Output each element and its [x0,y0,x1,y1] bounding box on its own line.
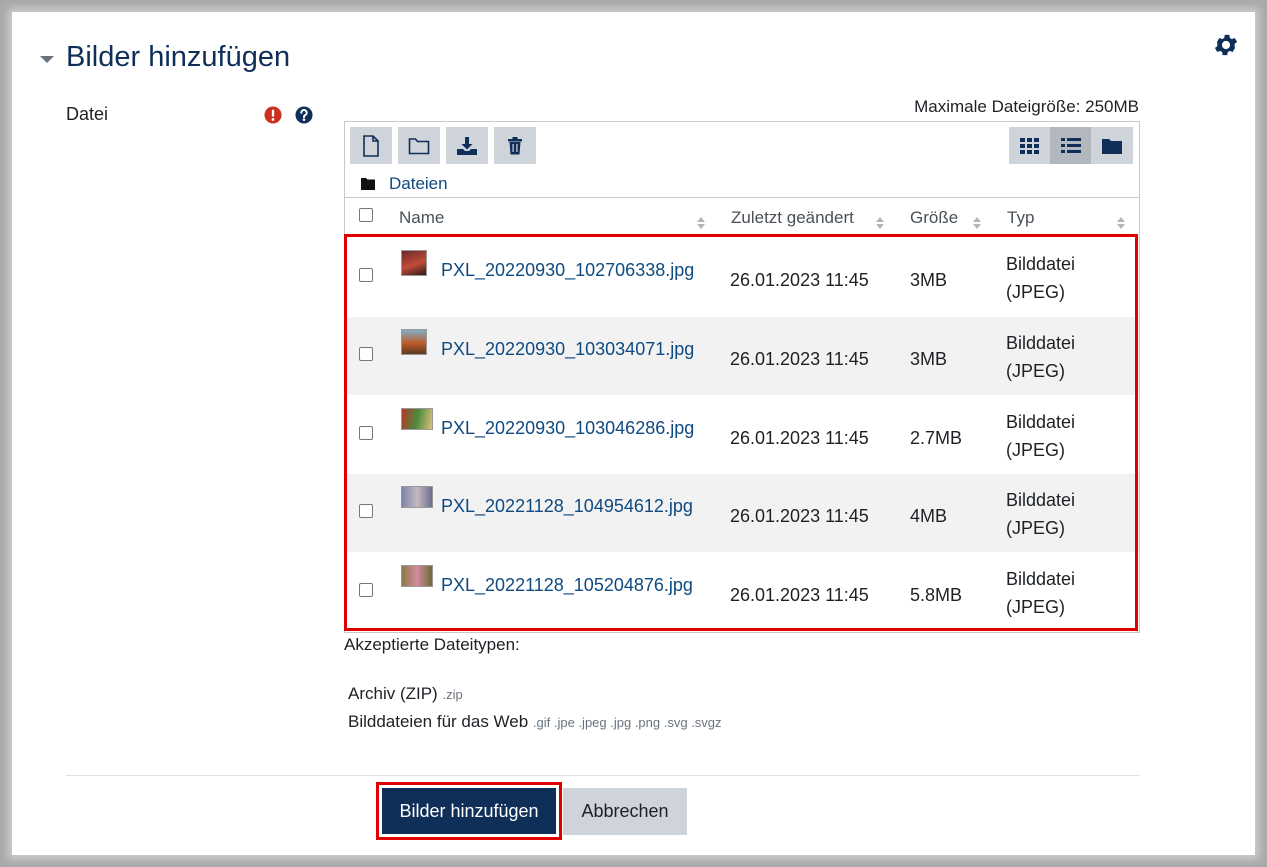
collapse-caret-icon[interactable] [40,56,54,63]
file-name-link[interactable]: PXL_20220930_103034071.jpg [399,335,699,364]
max-file-size: Maximale Dateigröße: 250MB [914,97,1139,116]
column-modified[interactable]: Zuletzt geändert [731,208,854,228]
file-size: 4MB [910,506,948,526]
cancel-button[interactable]: Abbrechen [563,788,687,835]
list-view-icon [1061,137,1081,153]
file-type: Bilddatei (JPEG) [1006,412,1076,460]
breadcrumb-root-link[interactable]: Dateien [389,174,448,194]
file-type: Bilddatei (JPEG) [1006,490,1076,538]
breadcrumb: Dateien [361,174,448,194]
accepted-type-name: Bilddateien für das Web [348,712,529,731]
tree-view-button[interactable] [1091,127,1133,164]
table-row[interactable]: PXL_20220930_102706338.jpg 26.01.2023 11… [345,238,1139,316]
row-checkbox[interactable] [359,268,373,282]
sort-icon[interactable] [1117,217,1125,229]
sort-icon[interactable] [973,217,981,229]
accepted-type-item: Archiv (ZIP) .zip [348,684,463,704]
list-view-button[interactable] [1050,127,1092,164]
file-modified: 26.01.2023 11:45 [730,270,869,290]
sort-icon[interactable] [697,217,705,229]
accepted-type-extensions: .zip [442,687,463,702]
row-checkbox[interactable] [359,583,373,597]
add-images-button[interactable]: Bilder hinzufügen [382,788,556,834]
row-checkbox[interactable] [359,347,373,361]
download-button[interactable] [446,127,488,164]
row-checkbox[interactable] [359,504,373,518]
file-type: Bilddatei (JPEG) [1006,333,1076,381]
file-name-link[interactable]: PXL_20220930_103046286.jpg [399,414,699,443]
field-label: Datei [66,104,109,124]
file-name-link[interactable]: PXL_20221128_104954612.jpg [399,492,699,521]
grid-view-icon [1020,137,1039,154]
file-size: 5.8MB [910,585,963,605]
new-file-icon [363,134,379,157]
table-row[interactable]: PXL_20221128_104954612.jpg 26.01.2023 11… [345,474,1139,552]
table-row[interactable]: PXL_20221128_105204876.jpg 26.01.2023 11… [345,553,1139,631]
file-size: 2.7MB [910,428,963,448]
form-page: Bilder hinzufügen Datei Maximale Dateigr… [24,17,1246,847]
accepted-type-item: Bilddateien für das Web .gif .jpe .jpeg … [348,712,722,732]
file-modified: 26.01.2023 11:45 [730,349,869,369]
table-row[interactable]: PXL_20220930_103046286.jpg 26.01.2023 11… [345,396,1139,474]
file-modified: 26.01.2023 11:45 [730,585,869,605]
file-size: 3MB [910,270,948,290]
file-modified: 26.01.2023 11:45 [730,428,869,448]
grid-view-button[interactable] [1009,127,1051,164]
divider [66,775,1140,776]
file-type: Bilddatei (JPEG) [1006,254,1076,302]
column-name[interactable]: Name [399,208,444,228]
row-checkbox[interactable] [359,426,373,440]
gear-icon[interactable] [1212,31,1240,59]
folder-icon [361,178,375,190]
select-all-checkbox[interactable] [359,208,373,222]
new-folder-icon [408,137,430,154]
file-size: 3MB [910,349,948,369]
required-icon [264,106,282,124]
file-name-link[interactable]: PXL_20220930_102706338.jpg [399,256,699,285]
download-icon [457,136,477,155]
new-folder-button[interactable] [398,127,440,164]
accepted-types-label: Akzeptierte Dateitypen: [344,635,520,654]
delete-button[interactable] [494,127,536,164]
sort-icon[interactable] [876,217,884,229]
accepted-type-name: Archiv (ZIP) [348,684,438,703]
tree-view-icon [1102,138,1122,154]
submit-highlight-box: Bilder hinzufügen [376,782,562,840]
file-name-link[interactable]: PXL_20221128_105204876.jpg [399,571,699,600]
file-type: Bilddatei (JPEG) [1006,569,1076,617]
column-type[interactable]: Typ [1007,208,1034,228]
column-size[interactable]: Größe [910,208,958,228]
accepted-type-extensions: .gif .jpe .jpeg .jpg .png .svg .svgz [532,715,722,730]
file-manager: Dateien Name Zuletzt geändert Größe Typ … [344,121,1140,633]
trash-icon [508,136,522,154]
table-row[interactable]: PXL_20220930_103034071.jpg 26.01.2023 11… [345,317,1139,395]
table-header: Name Zuletzt geändert Größe Typ [345,197,1139,236]
new-file-button[interactable] [350,127,392,164]
help-icon[interactable] [295,106,313,124]
section-title: Bilder hinzufügen [66,41,291,73]
file-modified: 26.01.2023 11:45 [730,506,869,526]
